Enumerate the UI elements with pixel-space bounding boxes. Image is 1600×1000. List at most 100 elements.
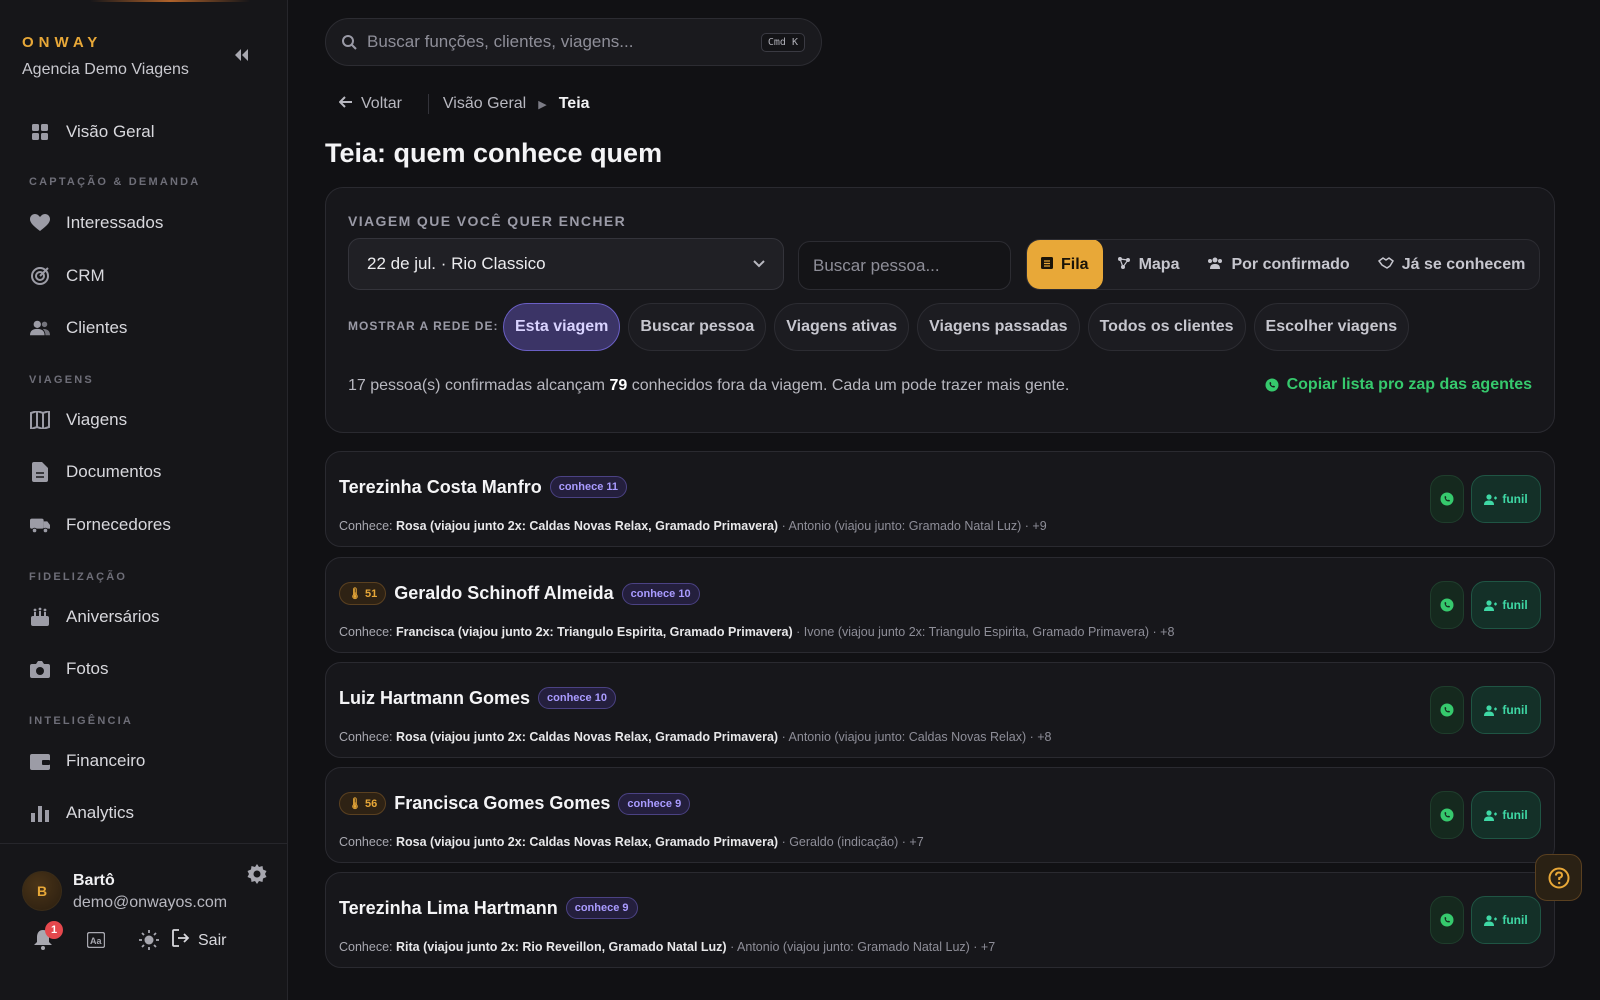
card-header: 🌡 51 Geraldo Schinoff Almeida conhece 10 (339, 582, 700, 605)
add-to-funnel-button[interactable]: funil (1471, 581, 1541, 629)
nav-item-birthdays[interactable]: Aniversários (30, 602, 160, 632)
connections-label: Conhece: (339, 835, 393, 849)
nav-section-trips: VIAGENS (29, 374, 94, 386)
sidebar: ONWAY Agencia Demo Viagens Visão Geral C… (0, 0, 288, 1000)
logout-button[interactable]: Sair (172, 929, 226, 952)
agency-name: Agencia Demo Viagens (22, 61, 189, 78)
gear-icon[interactable] (247, 864, 267, 884)
nav-item-finance[interactable]: Financeiro (30, 746, 145, 776)
whatsapp-button[interactable] (1430, 581, 1464, 629)
whatsapp-icon (1440, 913, 1454, 927)
logout-label: Sair (198, 931, 227, 949)
nav-item-clients[interactable]: Clientes (30, 313, 127, 343)
connections-summary: Conhece: Francisca (viajou junto 2x: Tri… (339, 625, 1174, 639)
person-search-input[interactable] (798, 241, 1011, 290)
sun-icon[interactable] (138, 929, 160, 951)
collapse-sidebar-icon[interactable] (230, 44, 252, 66)
nav-label: Interessados (66, 213, 164, 232)
contact-card[interactable]: Luiz Hartmann Gomes conhece 10 Conhece: … (325, 662, 1555, 758)
nav-label: Viagens (66, 410, 128, 429)
nav-item-overview[interactable]: Visão Geral (30, 117, 155, 147)
view-ja-conhecem-button[interactable]: Já se conhecem (1364, 240, 1540, 289)
avatar[interactable]: B (22, 871, 62, 911)
contact-card[interactable]: 🌡 51 Geraldo Schinoff Almeida conhece 10… (325, 557, 1555, 653)
thermometer-icon: 🌡 (348, 798, 366, 810)
contact-card[interactable]: Terezinha Costa Manfro conhece 11 Conhec… (325, 451, 1555, 547)
chip-viagens-ativas[interactable]: Viagens ativas (774, 303, 910, 351)
nav-item-trips[interactable]: Viagens (30, 405, 127, 435)
brand-logo[interactable]: ONWAY (22, 34, 189, 51)
whatsapp-icon (1440, 598, 1454, 612)
contact-name[interactable]: Terezinha Lima Hartmann (339, 898, 558, 919)
nav-item-photos[interactable]: Fotos (30, 654, 109, 684)
font-size-icon[interactable]: Aa (85, 929, 107, 951)
copy-link-label: Copiar lista pro zap das agentes (1286, 376, 1532, 393)
user-plus-icon (1484, 914, 1498, 926)
chevron-right-icon: ▶ (538, 98, 547, 111)
nav-item-interested[interactable]: Interessados (30, 208, 163, 238)
whatsapp-icon (1265, 378, 1279, 392)
chip-todos-clientes[interactable]: Todos os clientes (1087, 303, 1246, 351)
add-to-funnel-button[interactable]: funil (1471, 475, 1541, 523)
card-header: Luiz Hartmann Gomes conhece 10 (339, 687, 616, 709)
card-header: Terezinha Costa Manfro conhece 11 (339, 476, 628, 498)
contact-name[interactable]: Francisca Gomes Gomes (394, 793, 610, 814)
whatsapp-button[interactable] (1430, 896, 1464, 944)
trip-select[interactable]: 22 de jul. · Rio Classico (348, 238, 784, 290)
breadcrumb: Voltar Visão Geral ▶ Teia (338, 94, 590, 114)
nav-section-capture: CAPTAÇÃO & DEMANDA (29, 176, 201, 188)
view-por-confirmado-label: Por confirmado (1231, 255, 1350, 273)
wallet-icon (30, 751, 50, 771)
view-toggle: Fila Mapa Por confirmado Já se conhecem (1026, 239, 1541, 290)
contact-card[interactable]: 🌡 56 Francisca Gomes Gomes conhece 9 Con… (325, 767, 1555, 863)
nav-item-suppliers[interactable]: Fornecedores (30, 510, 171, 540)
chip-escolher-viagens[interactable]: Escolher viagens (1253, 303, 1410, 351)
help-button[interactable] (1535, 854, 1582, 901)
breadcrumb-parent[interactable]: Visão Geral (443, 95, 526, 113)
nav-item-crm[interactable]: CRM (30, 261, 105, 291)
chip-esta-viagem[interactable]: Esta viagem (503, 303, 621, 351)
knows-count-badge: conhece 10 (621, 582, 700, 605)
contact-card[interactable]: Terezinha Lima Hartmann conhece 9 Conhec… (325, 872, 1555, 968)
view-fila-button[interactable]: Fila (1027, 240, 1103, 289)
back-label: Voltar (361, 95, 402, 112)
search-input[interactable] (367, 32, 761, 52)
chip-buscar-pessoa[interactable]: Buscar pessoa (628, 303, 767, 351)
contact-name[interactable]: Geraldo Schinoff Almeida (394, 583, 613, 604)
funnel-label: funil (1502, 598, 1528, 612)
back-button[interactable]: Voltar (338, 95, 402, 113)
whatsapp-button[interactable] (1430, 686, 1464, 734)
network-scope-chips: Esta viagem Buscar pessoa Viagens ativas… (503, 303, 1410, 351)
nav-item-analytics[interactable]: Analytics (30, 798, 134, 828)
network-summary: 17 pessoa(s) confirmadas alcançam 79 con… (348, 377, 1069, 395)
view-por-confirmado-button[interactable]: Por confirmado (1193, 240, 1363, 289)
copy-whatsapp-list-link[interactable]: Copiar lista pro zap das agentes (1265, 376, 1532, 394)
contact-name[interactable]: Luiz Hartmann Gomes (339, 688, 530, 709)
whatsapp-icon (1440, 703, 1454, 717)
heart-icon (30, 213, 50, 233)
user-plus-icon (1484, 809, 1498, 821)
add-to-funnel-button[interactable]: funil (1471, 686, 1541, 734)
notification-badge: 1 (45, 921, 63, 939)
chip-viagens-passadas[interactable]: Viagens passadas (917, 303, 1080, 351)
contact-name[interactable]: Terezinha Costa Manfro (339, 477, 542, 498)
whatsapp-button[interactable] (1430, 791, 1464, 839)
list-icon (1041, 257, 1053, 272)
bell-icon[interactable]: 1 (32, 921, 63, 951)
add-to-funnel-button[interactable]: funil (1471, 791, 1541, 839)
camera-icon (30, 659, 50, 679)
user-plus-icon (1484, 704, 1498, 716)
search-icon (342, 34, 357, 50)
page-title: Teia: quem conhece quem (325, 138, 663, 168)
card-header: Terezinha Lima Hartmann conhece 9 (339, 897, 638, 919)
add-to-funnel-button[interactable]: funil (1471, 896, 1541, 944)
user-name: Bartô (73, 872, 115, 889)
user-plus-icon (1484, 493, 1498, 505)
footer-tools: 1 Aa (32, 921, 160, 951)
nav-item-documents[interactable]: Documentos (30, 457, 161, 487)
trip-network-panel: VIAGEM QUE VOCÊ QUER ENCHER 22 de jul. ·… (325, 187, 1555, 433)
view-mapa-button[interactable]: Mapa (1103, 240, 1194, 289)
users-icon (30, 318, 50, 338)
whatsapp-button[interactable] (1430, 475, 1464, 523)
connections-summary: Conhece: Rosa (viajou junto 2x: Caldas N… (339, 519, 1047, 533)
